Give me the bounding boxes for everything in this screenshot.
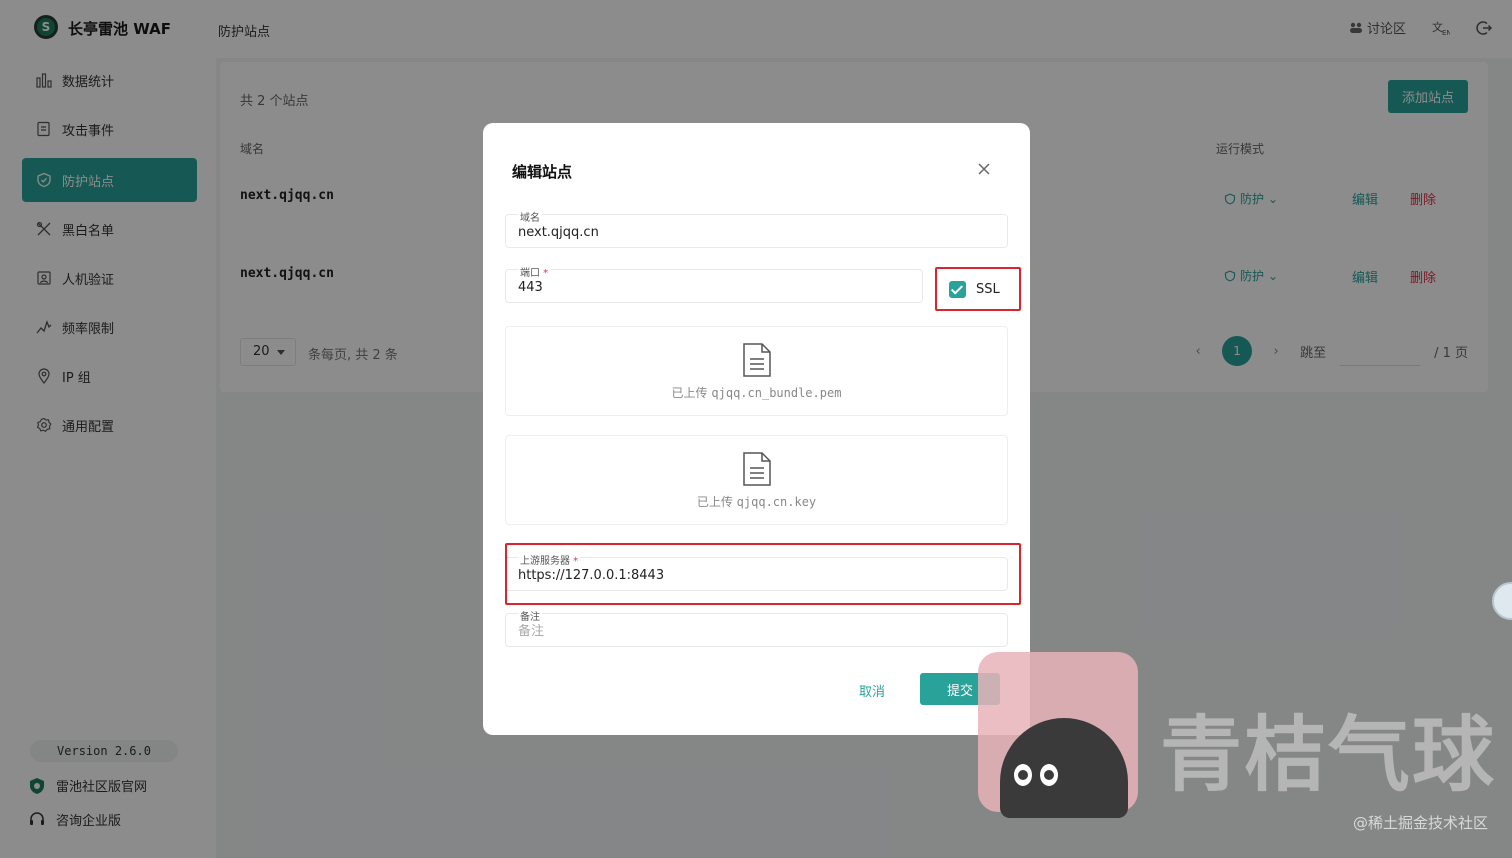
cancel-button[interactable]: 取消 <box>859 681 885 700</box>
domain-label: 域名 <box>518 209 542 224</box>
note-input[interactable] <box>518 624 988 639</box>
domain-field[interactable]: 域名 <box>505 209 1008 248</box>
close-icon[interactable] <box>974 159 994 179</box>
checkbox-checked-icon[interactable] <box>949 280 966 298</box>
watermark-text: 青桔气球 <box>1160 708 1497 803</box>
ssl-label: SSL <box>976 281 1000 297</box>
edit-site-dialog: 编辑站点 域名 端口 * SSL 已上传 qjqq.cn_bundle.pem … <box>483 123 1030 735</box>
mascot-eye <box>1014 764 1032 786</box>
upstream-highlight <box>505 543 1021 605</box>
file-icon <box>742 451 771 486</box>
port-field[interactable]: 端口 * <box>505 264 923 303</box>
domain-input[interactable] <box>518 225 988 240</box>
note-label: 备注 <box>518 608 542 623</box>
file-icon <box>742 342 771 377</box>
port-label: 端口 * <box>518 264 551 279</box>
cert-upload-text: 已上传 qjqq.cn_bundle.pem <box>671 385 842 400</box>
dialog-title: 编辑站点 <box>512 163 573 181</box>
watermark-credit: @稀土掘金技术社区 <box>1352 814 1488 832</box>
port-input[interactable] <box>518 280 908 295</box>
ssl-checkbox[interactable]: SSL <box>935 267 1021 311</box>
note-field[interactable]: 备注 <box>505 608 1008 647</box>
mascot-eye <box>1040 764 1058 786</box>
cert-upload[interactable]: 已上传 qjqq.cn_bundle.pem <box>505 326 1008 416</box>
key-upload-text: 已上传 qjqq.cn.key <box>696 494 817 509</box>
key-upload[interactable]: 已上传 qjqq.cn.key <box>505 435 1008 525</box>
